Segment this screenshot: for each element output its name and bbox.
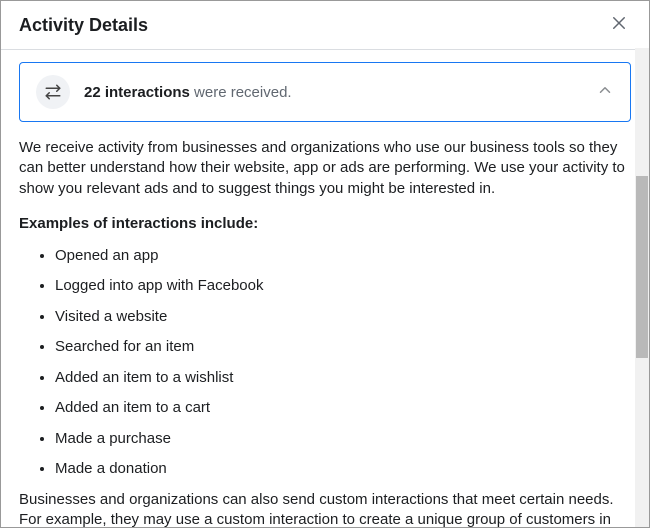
dialog-title: Activity Details — [19, 15, 148, 36]
dialog-body: 22 interactions were received. We receiv… — [1, 48, 649, 527]
collapse-toggle[interactable] — [596, 81, 614, 104]
list-item: Made a donation — [55, 459, 631, 479]
examples-heading: Examples of interactions include: — [19, 215, 631, 232]
footer-paragraph: Businesses and organizations can also se… — [19, 490, 631, 527]
interactions-suffix: were received. — [190, 84, 292, 101]
list-item: Logged into app with Facebook — [55, 276, 631, 296]
interactions-summary-card[interactable]: 22 interactions were received. — [19, 62, 631, 122]
chevron-up-icon — [596, 81, 614, 104]
list-item: Made a purchase — [55, 429, 631, 449]
close-icon — [610, 14, 628, 37]
dialog-header: Activity Details — [1, 1, 649, 50]
intro-paragraph: We receive activity from businesses and … — [19, 138, 631, 199]
examples-list: Opened an app Logged into app with Faceb… — [19, 246, 631, 479]
close-button[interactable] — [607, 13, 631, 37]
list-item: Added an item to a wishlist — [55, 368, 631, 388]
list-item: Opened an app — [55, 246, 631, 266]
interactions-count: 22 interactions — [84, 84, 190, 101]
scrollbar-thumb[interactable] — [636, 176, 648, 358]
list-item: Added an item to a cart — [55, 398, 631, 418]
list-item: Visited a website — [55, 307, 631, 327]
interactions-icon — [36, 75, 70, 109]
interactions-summary-text: 22 interactions were received. — [84, 84, 582, 101]
scrollbar-track[interactable] — [635, 48, 649, 527]
scroll-area: 22 interactions were received. We receiv… — [1, 48, 649, 527]
list-item: Searched for an item — [55, 337, 631, 357]
